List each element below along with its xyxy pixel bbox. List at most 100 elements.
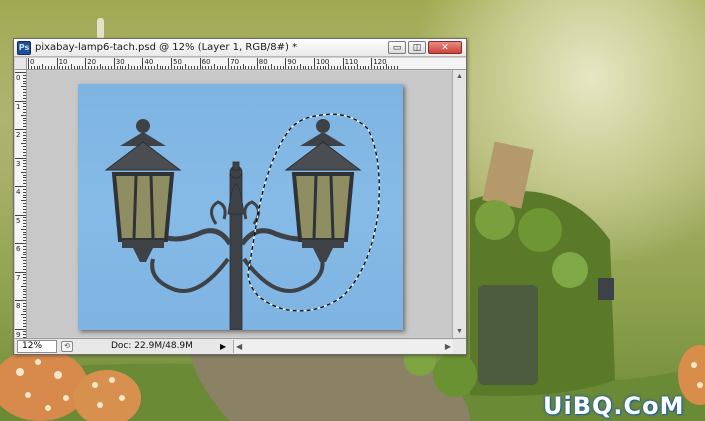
- ruler-minor-tick: [259, 66, 261, 69]
- ruler-minor-tick: [233, 66, 235, 69]
- ruler-minor-tick: [23, 183, 26, 185]
- ruler-major-tick: [15, 300, 26, 301]
- document-size-info: Doc: 22.9M/48.9M: [111, 341, 193, 351]
- horizontal-scrollbar[interactable]: ◀ ▶: [233, 340, 453, 353]
- ruler-minor-tick: [179, 66, 181, 69]
- site-watermark: UiBQ.CoM: [543, 392, 685, 420]
- ruler-minor-tick: [23, 251, 26, 253]
- ruler-minor-tick: [236, 66, 238, 69]
- ruler-label: 20: [87, 58, 97, 66]
- ruler-minor-tick: [339, 66, 341, 69]
- ruler-minor-tick: [23, 297, 26, 299]
- ivy-cluster: [552, 252, 588, 288]
- ruler-minor-tick: [345, 66, 347, 69]
- ruler-label: 30: [115, 58, 125, 66]
- vertical-ruler[interactable]: 0 1 2 3 4 5 6 7 8 9: [15, 70, 27, 338]
- ruler-label: 80: [258, 58, 268, 66]
- ruler-minor-tick: [23, 291, 26, 293]
- vertical-scrollbar[interactable]: ▲ ▼: [452, 70, 466, 338]
- ruler-minor-tick: [336, 66, 338, 69]
- ruler-minor-tick: [213, 64, 215, 69]
- ruler-minor-tick: [96, 66, 98, 69]
- ruler-minor-tick: [125, 66, 127, 69]
- ruler-minor-tick: [316, 66, 318, 69]
- scroll-right-icon[interactable]: ▶: [445, 340, 451, 353]
- ruler-minor-tick: [23, 83, 26, 85]
- ruler-major-tick: [256, 58, 258, 69]
- status-menu-arrow-icon[interactable]: ▶: [220, 341, 230, 352]
- ruler-minor-tick: [359, 66, 361, 69]
- ruler-minor-tick: [23, 254, 26, 256]
- ruler-minor-tick: [239, 66, 241, 69]
- ruler-minor-tick: [23, 203, 26, 205]
- window-titlebar[interactable]: Ps pixabay-lamp6-tach.psd @ 12% (Layer 1…: [14, 39, 466, 57]
- ruler-major-tick: [15, 271, 26, 273]
- ruler-minor-tick: [394, 66, 396, 69]
- ruler-minor-tick: [23, 260, 26, 262]
- ruler-minor-tick: [299, 64, 301, 69]
- ruler-minor-tick: [23, 220, 26, 222]
- ruler-minor-tick: [30, 66, 32, 69]
- ruler-major-tick: [15, 214, 26, 216]
- ruler-minor-tick: [23, 288, 26, 290]
- zoom-level-input[interactable]: 12%: [17, 340, 57, 353]
- ruler-label: 0: [30, 58, 35, 66]
- ruler-minor-tick: [23, 163, 26, 165]
- ruler-minor-tick: [365, 66, 367, 69]
- ruler-major-tick: [15, 328, 26, 330]
- ruler-minor-tick: [23, 280, 26, 282]
- ruler-minor-tick: [23, 154, 26, 156]
- ruler-minor-tick: [119, 66, 121, 69]
- ruler-minor-tick: [48, 66, 50, 69]
- ruler-minor-tick: [39, 66, 41, 69]
- ruler-minor-tick: [362, 66, 364, 69]
- ruler-minor-tick: [36, 66, 38, 69]
- document-image[interactable]: [78, 84, 403, 331]
- ruler-major-tick: [199, 58, 201, 69]
- ruler-minor-tick: [188, 66, 190, 69]
- ruler-minor-tick: [23, 248, 26, 250]
- ruler-minor-tick: [23, 177, 26, 179]
- document-window[interactable]: Ps pixabay-lamp6-tach.psd @ 12% (Layer 1…: [13, 38, 467, 355]
- ruler-minor-tick: [122, 66, 124, 69]
- maximize-button[interactable]: ◫: [408, 41, 426, 54]
- horizontal-ruler[interactable]: 0 10 20 30 40 50 60 70 80 90 100 110 120: [27, 58, 466, 70]
- ruler-major-tick: [15, 243, 26, 244]
- ruler-minor-tick: [308, 66, 310, 69]
- ruler-label: 90: [287, 58, 297, 66]
- street-lamp-photo: [104, 113, 380, 331]
- ruler-minor-tick: [396, 66, 398, 69]
- ruler-origin[interactable]: [15, 58, 27, 70]
- ruler-minor-tick: [23, 262, 26, 264]
- ruler-minor-tick: [23, 168, 26, 170]
- ruler-label: 5: [16, 216, 21, 225]
- ruler-minor-tick: [325, 66, 327, 69]
- plant-stalk: [97, 18, 104, 40]
- ruler-minor-tick: [133, 66, 135, 69]
- ruler-minor-tick: [68, 66, 70, 69]
- canvas-area[interactable]: [28, 71, 452, 337]
- status-options-icon[interactable]: ⟲: [61, 341, 73, 352]
- close-button[interactable]: ✕: [428, 41, 462, 54]
- ruler-minor-tick: [23, 117, 26, 119]
- ruler-minor-tick: [262, 66, 264, 69]
- ruler-minor-tick: [23, 277, 26, 279]
- ruler-minor-tick: [70, 64, 72, 69]
- ruler-minor-tick: [191, 66, 193, 69]
- ruler-minor-tick: [136, 66, 138, 69]
- ruler-minor-tick: [211, 66, 213, 69]
- ivy-cluster: [475, 200, 515, 240]
- ivy-cluster: [433, 353, 477, 397]
- ruler-minor-tick: [23, 223, 26, 225]
- ruler-major-tick: [15, 157, 26, 159]
- scroll-left-icon[interactable]: ◀: [236, 340, 242, 353]
- scroll-up-icon[interactable]: ▲: [455, 72, 464, 81]
- ruler-minor-tick: [334, 66, 336, 69]
- ruler-minor-tick: [182, 66, 184, 69]
- ruler-minor-tick: [73, 66, 75, 69]
- ruler-minor-tick: [23, 305, 26, 307]
- scroll-down-icon[interactable]: ▼: [455, 327, 464, 336]
- minimize-button[interactable]: ▭: [388, 41, 406, 54]
- ruler-minor-tick: [248, 66, 250, 69]
- ruler-minor-tick: [23, 302, 26, 304]
